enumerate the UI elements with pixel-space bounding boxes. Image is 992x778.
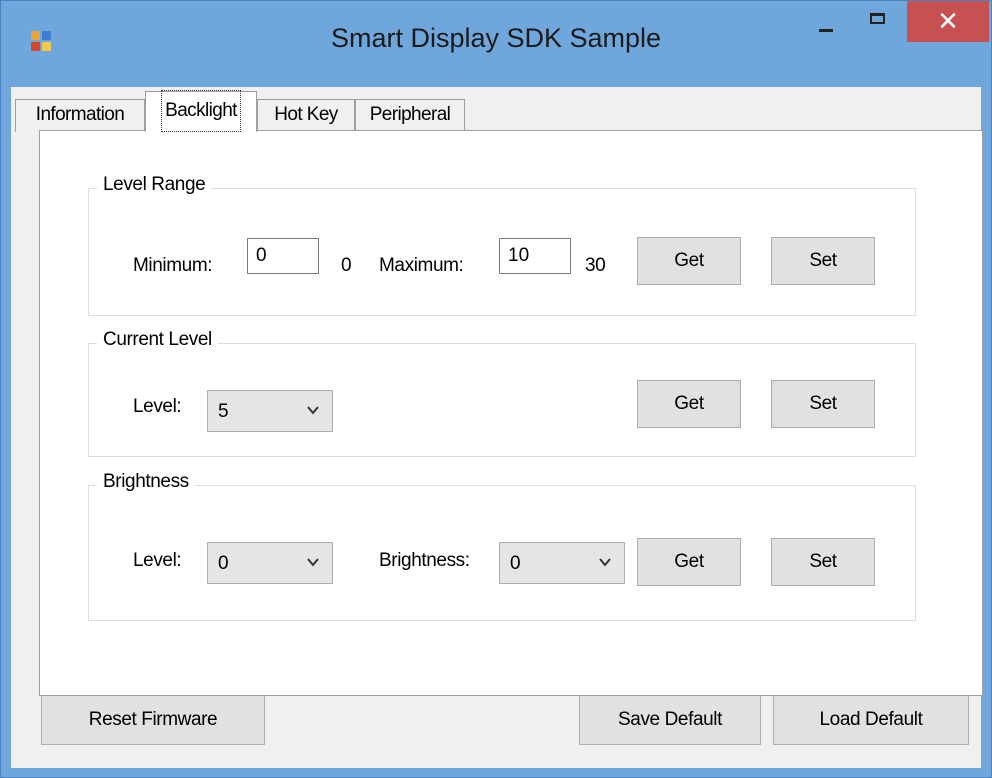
current-level-dropdown[interactable]: 5 — [207, 390, 333, 432]
current-level-set-button[interactable]: Set — [771, 380, 875, 428]
tab-label: Hot Key — [274, 104, 338, 125]
dropdown-value: 0 — [218, 553, 229, 574]
tab-information[interactable]: Information — [15, 99, 145, 132]
brightness-label: Brightness: — [379, 550, 470, 571]
group-title: Current Level — [97, 329, 218, 351]
level-range-get-button[interactable]: Get — [637, 237, 741, 285]
close-icon: ✕ — [937, 6, 959, 36]
title-bar[interactable]: Smart Display SDK Sample ✕ — [1, 1, 991, 87]
dropdown-value: 0 — [510, 553, 521, 574]
group-title: Brightness — [97, 471, 195, 493]
level-label: Level: — [133, 550, 182, 571]
dropdown-value: 5 — [218, 401, 229, 422]
group-title: Level Range — [97, 174, 212, 196]
backlight-tab-page: Level Range Minimum: 0 Maximum: 30 Get S… — [39, 130, 983, 696]
minimum-label: Minimum: — [133, 255, 213, 276]
maximum-label: Maximum: — [379, 255, 464, 276]
maximum-input[interactable] — [499, 238, 571, 274]
current-level-get-button[interactable]: Get — [637, 380, 741, 428]
chevron-down-icon — [307, 558, 319, 567]
app-window: Smart Display SDK Sample ✕ Information B… — [0, 0, 992, 778]
minimize-button[interactable] — [801, 1, 851, 41]
brightness-get-button[interactable]: Get — [637, 538, 741, 586]
window-client-area: Information Backlight Hot Key Peripheral… — [11, 87, 983, 768]
chevron-down-icon — [599, 558, 611, 567]
maximize-button[interactable] — [851, 1, 907, 41]
level-label: Level: — [133, 396, 182, 417]
tab-label: Peripheral — [369, 104, 451, 125]
tab-backlight[interactable]: Backlight — [145, 90, 257, 132]
tab-label: Backlight — [161, 90, 241, 132]
current-level-group: Current Level Level: 5 Get Set — [88, 329, 916, 457]
chevron-down-icon — [307, 406, 319, 415]
brightness-set-button[interactable]: Set — [771, 538, 875, 586]
minimum-input[interactable] — [247, 238, 319, 274]
tab-label: Information — [35, 104, 125, 125]
load-default-button[interactable]: Load Default — [773, 695, 969, 745]
maximum-readout: 30 — [585, 255, 606, 276]
brightness-group: Brightness Level: 0 Brightness: 0 Get Se… — [88, 471, 916, 621]
tab-peripheral[interactable]: Peripheral — [355, 99, 465, 132]
close-button[interactable]: ✕ — [907, 1, 989, 42]
level-range-set-button[interactable]: Set — [771, 237, 875, 285]
level-range-group: Level Range Minimum: 0 Maximum: 30 Get S… — [88, 174, 916, 316]
brightness-level-dropdown[interactable]: 0 — [207, 542, 333, 584]
minimum-readout: 0 — [341, 255, 352, 276]
save-default-button[interactable]: Save Default — [579, 695, 761, 745]
tab-hot-key[interactable]: Hot Key — [257, 99, 355, 132]
brightness-value-dropdown[interactable]: 0 — [499, 542, 625, 584]
reset-firmware-button[interactable]: Reset Firmware — [41, 695, 265, 745]
